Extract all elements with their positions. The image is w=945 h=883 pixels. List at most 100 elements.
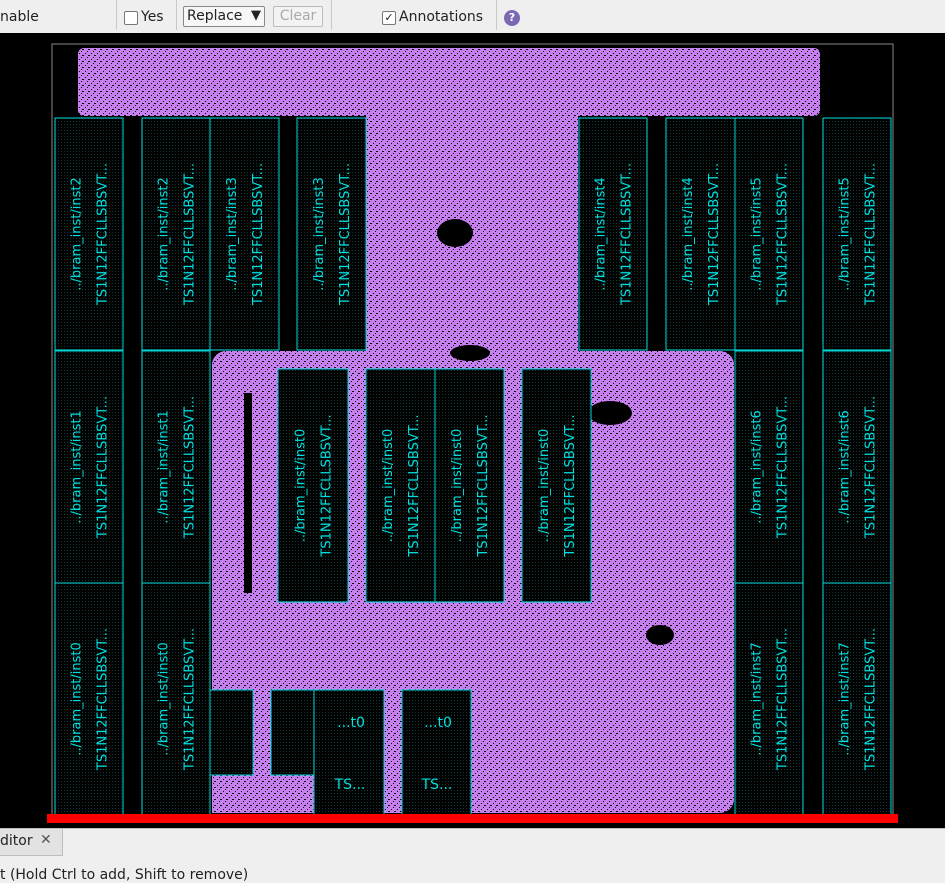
macro-outline xyxy=(665,117,736,351)
macro-instance-label: ../bram_inst/inst0 xyxy=(157,642,172,755)
macro-cell-label: TS1N12FFCLLSBSVT... xyxy=(776,628,791,771)
macro-label-top: ...t0 xyxy=(337,715,365,731)
macro-block[interactable]: ../bram_inst/inst1 TS1N12FFCLLSBSVT... xyxy=(54,350,124,584)
macro-instance-label: ../bram_inst/inst0 xyxy=(381,429,396,542)
macro-outline xyxy=(734,582,804,816)
macro-cell-label: TS1N12FFCLLSBSVT... xyxy=(776,163,791,306)
macro-instance-label: ../bram_inst/inst5 xyxy=(838,177,853,290)
macro-cell-label: TS1N12FFCLLSBSVT... xyxy=(776,396,791,539)
macro-outline xyxy=(734,117,804,351)
macro-outline xyxy=(141,582,211,816)
macro-instance-label: ../bram_inst/inst4 xyxy=(681,177,696,290)
macro-block[interactable]: ../bram_inst/inst4 TS1N12FFCLLSBSVT... xyxy=(665,117,736,351)
macro-block[interactable]: ../bram_inst/inst0 TS1N12FFCLLSBSVT... xyxy=(434,368,505,603)
macro-outline xyxy=(54,117,124,351)
macro-outline xyxy=(141,117,211,351)
yes-checkbox[interactable] xyxy=(124,11,138,25)
macro-cell-label: TS1N12FFCLLSBSVT... xyxy=(864,628,879,771)
macro-block[interactable]: ../bram_inst/inst6 TS1N12FFCLLSBSVT... xyxy=(734,350,804,584)
macro-outline xyxy=(734,350,804,584)
toolbar-separator xyxy=(331,0,332,30)
macro-block[interactable]: ../bram_inst/inst2 TS1N12FFCLLSBSVT... xyxy=(141,117,211,351)
macro-cell-label: TS1N12FFCLLSBSVT... xyxy=(563,414,578,557)
macro-instance-label: ../bram_inst/inst2 xyxy=(70,177,85,290)
macro-label-bottom: TS... xyxy=(421,777,453,793)
annotations-checkbox[interactable]: ✓ xyxy=(382,11,396,25)
macro-instance-label: ../bram_inst/inst0 xyxy=(450,429,465,542)
macro-cell-label: TS1N12FFCLLSBSVT... xyxy=(96,628,111,771)
macro-instance-label: ../bram_inst/inst0 xyxy=(70,642,85,755)
toolbar: nable Yes Replace ▼ Clear ✓ Annotations … xyxy=(0,0,945,33)
macro-block[interactable]: ../bram_inst/inst4 TS1N12FFCLLSBSVT... xyxy=(578,117,648,351)
macro-cell-label: TS1N12FFCLLSBSVT... xyxy=(251,163,266,306)
macro-block[interactable]: ../bram_inst/inst0 TS1N12FFCLLSBSVT... xyxy=(54,582,124,816)
checkbox-checked-icon: ✓ xyxy=(384,11,394,24)
layout-canvas[interactable]: ../bram_inst/inst2 TS1N12FFCLLSBSVT... ../… xyxy=(0,33,945,828)
macro-outline xyxy=(54,582,124,816)
macro-label-top: ...t0 xyxy=(424,715,452,731)
macro-instance-label: ../bram_inst/inst3 xyxy=(312,177,327,290)
dropdown-arrow-icon: ▼ xyxy=(251,8,261,23)
macro-cell-label: TS1N12FFCLLSBSVT... xyxy=(183,163,198,306)
enable-label: nable xyxy=(0,9,39,25)
macro-block[interactable]: ../bram_inst/inst5 TS1N12FFCLLSBSVT... xyxy=(822,117,892,351)
macro-block[interactable]: ../bram_inst/inst0 TS1N12FFCLLSBSVT... xyxy=(141,582,211,816)
macro-cell-label: TS1N12FFCLLSBSVT... xyxy=(620,163,635,306)
macro-block[interactable]: ../bram_inst/inst0 TS1N12FFCLLSBSVT... xyxy=(277,368,349,603)
mode-select[interactable]: Replace ▼ xyxy=(183,6,265,27)
macro-block-small[interactable] xyxy=(401,689,472,816)
clear-button[interactable]: Clear xyxy=(273,6,323,27)
macro-block[interactable]: ../bram_inst/inst0 TS1N12FFCLLSBSVT... xyxy=(521,368,592,603)
macro-outline xyxy=(277,368,349,603)
annotations-label: Annotations xyxy=(399,9,484,25)
macro-cell-label: TS1N12FFCLLSBSVT... xyxy=(320,414,335,557)
tab-editor-label: ditor xyxy=(0,833,33,849)
macro-instance-label: ../bram_inst/inst6 xyxy=(838,410,853,523)
macro-cell-label: TS1N12FFCLLSBSVT... xyxy=(96,163,111,306)
bottom-panel: ditor ✕ t (Hold Ctrl to add, Shift to re… xyxy=(0,828,945,883)
macro-block[interactable]: ../bram_inst/inst7 TS1N12FFCLLSBSVT... xyxy=(734,582,804,816)
macro-block-small[interactable] xyxy=(313,689,385,816)
macro-cell-label: TS1N12FFCLLSBSVT... xyxy=(407,414,422,557)
macro-cell-label: TS1N12FFCLLSBSVT... xyxy=(707,163,722,306)
macro-outline xyxy=(434,368,505,603)
status-text: t (Hold Ctrl to add, Shift to remove) xyxy=(0,867,249,883)
macro-instance-label: ../bram_inst/inst6 xyxy=(750,410,765,523)
toolbar-separator xyxy=(496,0,497,30)
help-icon[interactable]: ? xyxy=(504,10,520,26)
macro-outline xyxy=(822,117,892,351)
macro-block[interactable]: ../bram_inst/inst7 TS1N12FFCLLSBSVT... xyxy=(822,582,892,816)
toolbar-separator xyxy=(116,0,117,30)
macro-instance-label: ../bram_inst/inst0 xyxy=(537,429,552,542)
macro-cell-label: TS1N12FFCLLSBSVT... xyxy=(476,414,491,557)
macro-instance-label: ../bram_inst/inst4 xyxy=(594,177,609,290)
macro-block[interactable]: ../bram_inst/inst1 TS1N12FFCLLSBSVT... xyxy=(141,350,211,584)
macro-block[interactable]: ../bram_inst/inst3 TS1N12FFCLLSBSVT... xyxy=(209,117,280,351)
close-icon[interactable]: ✕ xyxy=(40,832,52,848)
macro-cell-label: TS1N12FFCLLSBSVT... xyxy=(338,163,353,306)
macro-instance-label: ../bram_inst/inst0 xyxy=(294,429,309,542)
macro-outline xyxy=(822,350,892,584)
macro-label-bottom: TS... xyxy=(334,777,366,793)
macro-instance-label: ../bram_inst/inst2 xyxy=(157,177,172,290)
red-marker-bar xyxy=(47,814,898,823)
macro-outline xyxy=(141,350,211,584)
tab-editor[interactable]: ditor ✕ xyxy=(0,829,63,856)
macro-outline xyxy=(822,582,892,816)
macro-instance-label: ../bram_inst/inst1 xyxy=(70,410,85,523)
macro-block[interactable]: ../bram_inst/inst6 TS1N12FFCLLSBSVT... xyxy=(822,350,892,584)
yes-label: Yes xyxy=(141,9,164,25)
macro-outline xyxy=(578,117,648,351)
macro-block[interactable]: ../bram_inst/inst2 TS1N12FFCLLSBSVT... xyxy=(54,117,124,351)
macro-cell-label: TS1N12FFCLLSBSVT... xyxy=(96,396,111,539)
macro-cell-label: TS1N12FFCLLSBSVT... xyxy=(183,628,198,771)
macro-cell-label: TS1N12FFCLLSBSVT... xyxy=(864,396,879,539)
toolbar-separator xyxy=(176,0,177,30)
macro-instance-label: ../bram_inst/inst3 xyxy=(225,177,240,290)
macro-block[interactable]: ../bram_inst/inst5 TS1N12FFCLLSBSVT... xyxy=(734,117,804,351)
macro-outline xyxy=(54,350,124,584)
macro-instance-label: ../bram_inst/inst7 xyxy=(838,642,853,755)
macro-block[interactable]: ../bram_inst/inst0 TS1N12FFCLLSBSVT... xyxy=(365,368,436,603)
macro-instance-label: ../bram_inst/inst5 xyxy=(750,177,765,290)
macro-block[interactable]: ../bram_inst/inst3 TS1N12FFCLLSBSVT... xyxy=(296,117,367,351)
